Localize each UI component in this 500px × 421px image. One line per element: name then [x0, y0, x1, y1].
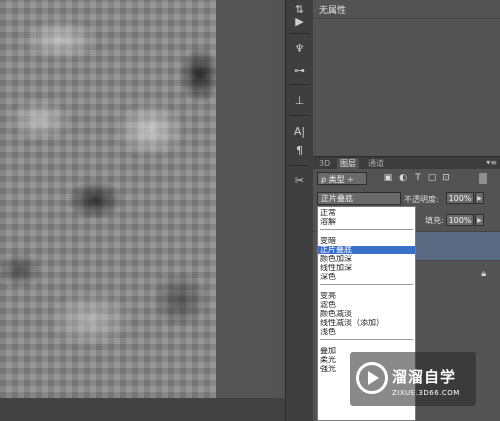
blend-mode-option[interactable]: 变暗 [318, 237, 415, 245]
paragraph-icon[interactable]: ¶ [289, 143, 310, 159]
properties-panel-header: 无属性 [313, 0, 500, 18]
adjustment-filter-icon[interactable]: ◐ [398, 173, 408, 184]
kind-filter-select[interactable]: ρ 类型 ÷ [317, 172, 367, 185]
watermark: 溜溜自学 ZIXUE.3D66.COM [350, 352, 476, 406]
watermark-logo-icon [356, 362, 388, 394]
panel-menu-icon[interactable]: ▾≡ [486, 158, 497, 167]
layer-row-background[interactable]: 🔒︎ [413, 260, 500, 289]
brush-presets-icon[interactable]: ♆ [289, 41, 310, 57]
blend-mode-option[interactable]: 变亮 [318, 292, 415, 300]
blend-mode-option[interactable]: 线性减淡（添加） [318, 319, 415, 327]
blend-mode-option[interactable]: 正常 [318, 209, 415, 217]
blend-menu-divider [320, 229, 413, 230]
layers-panel-tabs: 3D 图层 通道 ▾≡ [313, 156, 500, 170]
blend-mode-option[interactable]: 颜色减淡 [318, 310, 415, 318]
blend-mode-option[interactable]: 正片叠底 [318, 246, 415, 254]
tools-icon[interactable]: ✂ [289, 173, 310, 189]
clone-source-icon[interactable]: ⊥ [289, 93, 310, 109]
toolstrip-divider [289, 165, 310, 166]
properties-panel-body [313, 18, 500, 157]
play-icon[interactable]: ▶ [289, 14, 310, 30]
tool-presets-icon[interactable]: ⊶ [289, 63, 310, 79]
watermark-subtitle: ZIXUE.3D66.COM [392, 389, 460, 397]
fill-label: 填充: [425, 216, 444, 225]
blend-mode-select[interactable]: 正片叠底 [317, 192, 401, 205]
fill-slider-button[interactable]: ▶ [475, 214, 484, 226]
canvas-pasteboard [216, 0, 272, 410]
pixel-filter-icon[interactable]: ▣ [383, 173, 393, 184]
document-canvas[interactable] [0, 0, 216, 398]
panel-icon-strip: ⇅ ▶ ♆ ⊶ ⊥ A| ¶ ✂ [285, 0, 314, 421]
properties-empty-label: 无属性 [319, 6, 347, 16]
layer-row-selected[interactable] [413, 232, 500, 260]
lock-icon: 🔒︎ [481, 269, 486, 279]
type-filter-icon[interactable]: T [413, 173, 423, 184]
smart-object-filter-icon[interactable]: ⊡ [441, 173, 451, 184]
opacity-slider-button[interactable]: ▶ [475, 192, 484, 204]
blend-mode-option[interactable]: 浅色 [318, 328, 415, 336]
toolstrip-divider [289, 115, 310, 116]
fill-field[interactable]: 100% [446, 214, 474, 226]
opacity-label: 不透明度: [404, 195, 439, 204]
blend-menu-divider [320, 339, 413, 340]
blend-mode-option[interactable]: 颜色加深 [318, 255, 415, 263]
layer-filter-row: ρ 类型 ÷ ▣ ◐ T ▢ ⊡ [313, 169, 500, 189]
toolstrip-divider [289, 84, 310, 85]
character-icon[interactable]: A| [289, 124, 310, 140]
blend-menu-divider [320, 284, 413, 285]
toolstrip-divider [289, 33, 310, 34]
blend-mode-option[interactable]: 溶解 [318, 218, 415, 226]
status-bar [0, 398, 285, 421]
blend-mode-option[interactable]: 滤色 [318, 301, 415, 309]
filter-toggle-icon[interactable] [479, 173, 487, 184]
blend-mode-option[interactable]: 线性加深 [318, 264, 415, 272]
blend-mode-option[interactable]: 深色 [318, 273, 415, 281]
opacity-field[interactable]: 100% [446, 192, 474, 204]
shape-filter-icon[interactable]: ▢ [427, 173, 437, 184]
watermark-title: 溜溜自学 [392, 368, 457, 386]
